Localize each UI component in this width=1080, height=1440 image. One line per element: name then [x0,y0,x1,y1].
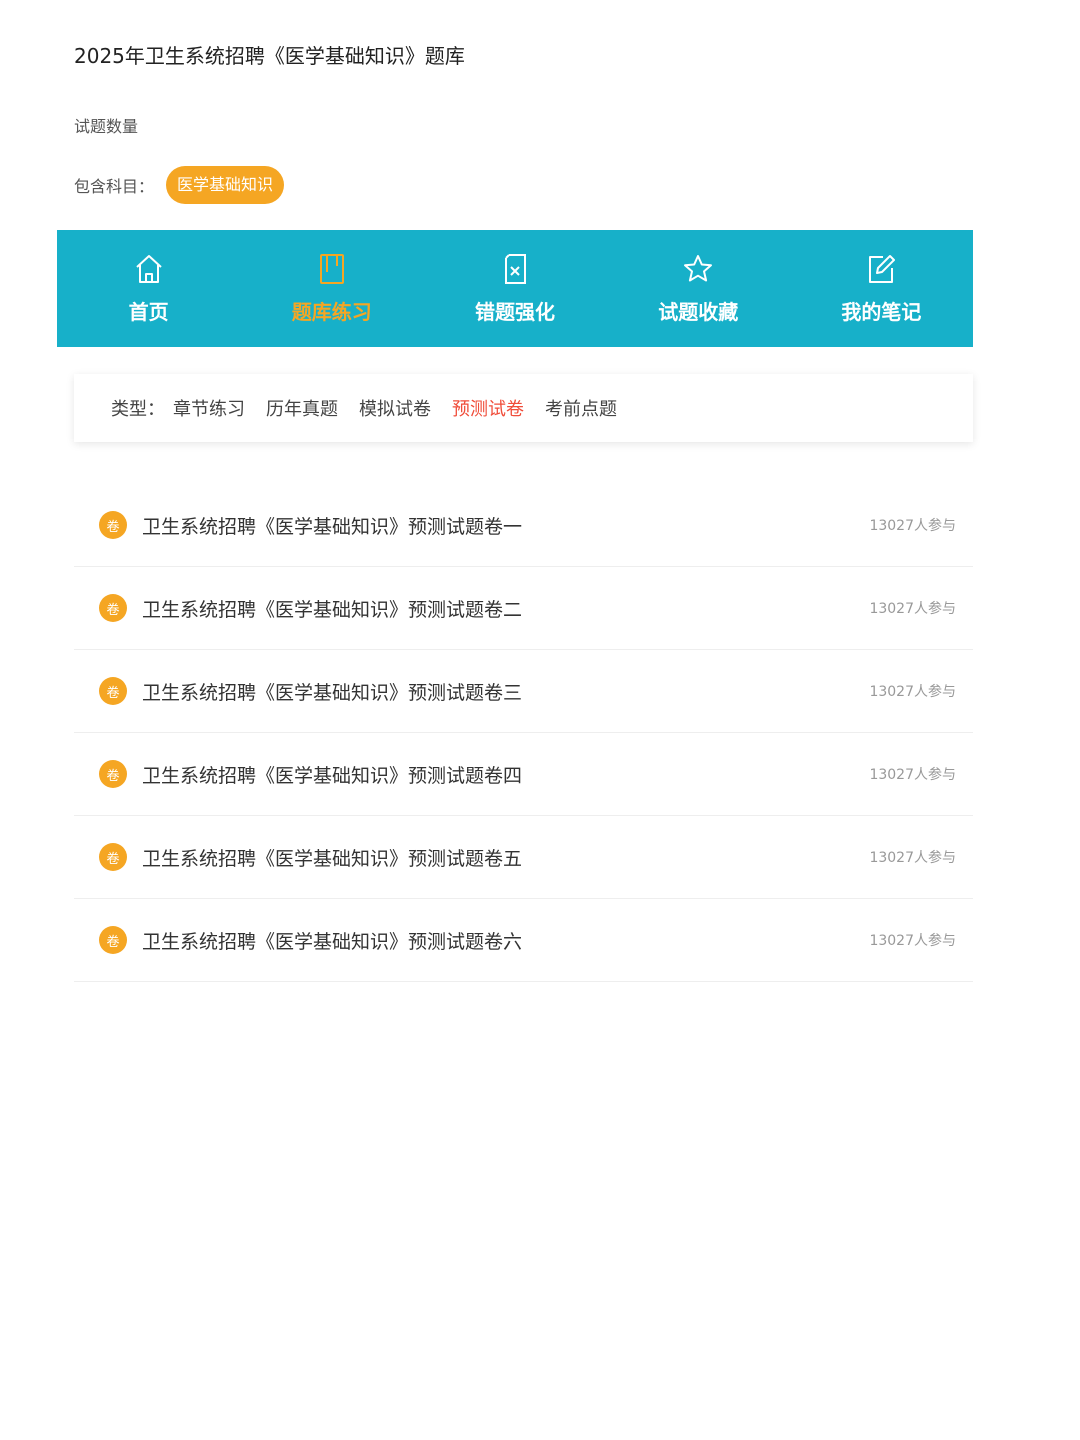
exam-list-item[interactable]: 卷 卫生系统招聘《医学基础知识》预测试题卷五 13027人参与 [74,816,973,899]
main-nav: 首页 题库练习 错题强化 试题收藏 我的笔记 [57,230,973,347]
exam-list-item[interactable]: 卷 卫生系统招聘《医学基础知识》预测试题卷六 13027人参与 [74,899,973,982]
exam-participants: 13027人参与 [869,601,956,617]
exam-list-item[interactable]: 卷 卫生系统招聘《医学基础知识》预测试题卷三 13027人参与 [74,650,973,733]
exam-participants: 13027人参与 [869,933,956,949]
note-edit-icon [869,255,896,283]
exam-title: 卫生系统招聘《医学基础知识》预测试题卷六 [142,930,523,953]
exam-list: 卷 卫生系统招聘《医学基础知识》预测试题卷一 13027人参与 卷 卫生系统招聘… [74,484,973,982]
exam-badge-icon: 卷 [99,511,127,539]
exam-title: 卫生系统招聘《医学基础知识》预测试题卷五 [142,847,523,870]
exam-participants: 13027人参与 [869,850,956,866]
exam-list-item[interactable]: 卷 卫生系统招聘《医学基础知识》预测试题卷二 13027人参与 [74,567,973,650]
nav-item-notes[interactable]: 我的笔记 [790,230,973,347]
nav-item-label: 题库练习 [291,300,372,324]
exam-badge-icon: 卷 [99,926,127,954]
exam-title: 卫生系统招聘《医学基础知识》预测试题卷三 [142,681,523,704]
exam-title: 卫生系统招聘《医学基础知识》预测试题卷二 [142,598,523,621]
home-icon [135,255,162,283]
nav-item-label: 错题强化 [475,300,555,324]
question-count-row: 试题数量 [74,113,138,137]
exam-title: 卫生系统招聘《医学基础知识》预测试题卷四 [142,764,523,787]
exam-participants: 13027人参与 [869,684,956,700]
nav-item-favorites[interactable]: 试题收藏 [607,230,790,347]
nav-item-label: 我的笔记 [841,300,922,324]
question-count-label: 试题数量 [74,117,139,136]
exam-badge-icon: 卷 [99,594,127,622]
nav-item-label: 试题收藏 [658,300,739,324]
type-option-predicted[interactable]: 预测试卷 [452,395,524,421]
exam-badge-icon: 卷 [99,677,127,705]
star-icon [684,255,713,282]
exam-participants: 13027人参与 [869,767,956,783]
exam-participants: 13027人参与 [869,518,956,534]
subject-label: 包含科目： [74,177,155,196]
nav-item-label: 首页 [128,300,169,324]
exam-badge-icon: 卷 [99,843,127,871]
nav-item-home[interactable]: 首页 [57,230,240,347]
type-filter-bar: 类型： 章节练习 历年真题 模拟试卷 预测试卷 考前点题 [74,374,973,442]
exam-list-item[interactable]: 卷 卫生系统招聘《医学基础知识》预测试题卷四 13027人参与 [74,733,973,816]
type-option-past-exams[interactable]: 历年真题 [266,395,338,421]
type-option-chapter[interactable]: 章节练习 [173,395,245,421]
type-option-pre-exam[interactable]: 考前点题 [545,395,617,421]
nav-item-question-bank[interactable]: 题库练习 [240,230,423,347]
subject-tag[interactable]: 医学基础知识 [166,166,285,204]
exam-badge-icon: 卷 [99,760,127,788]
page-title: 2025年卫生系统招聘《医学基础知识》题库 [74,44,465,68]
book-icon [319,254,344,284]
subject-row: 包含科目： 医学基础知识 [74,166,285,204]
wrong-question-icon [505,254,526,284]
exam-list-item[interactable]: 卷 卫生系统招聘《医学基础知识》预测试题卷一 13027人参与 [74,484,973,567]
nav-item-wrong-questions[interactable]: 错题强化 [423,230,606,347]
type-option-mock[interactable]: 模拟试卷 [359,395,431,421]
exam-title: 卫生系统招聘《医学基础知识》预测试题卷一 [142,515,523,538]
type-filter-label: 类型： [111,399,165,420]
